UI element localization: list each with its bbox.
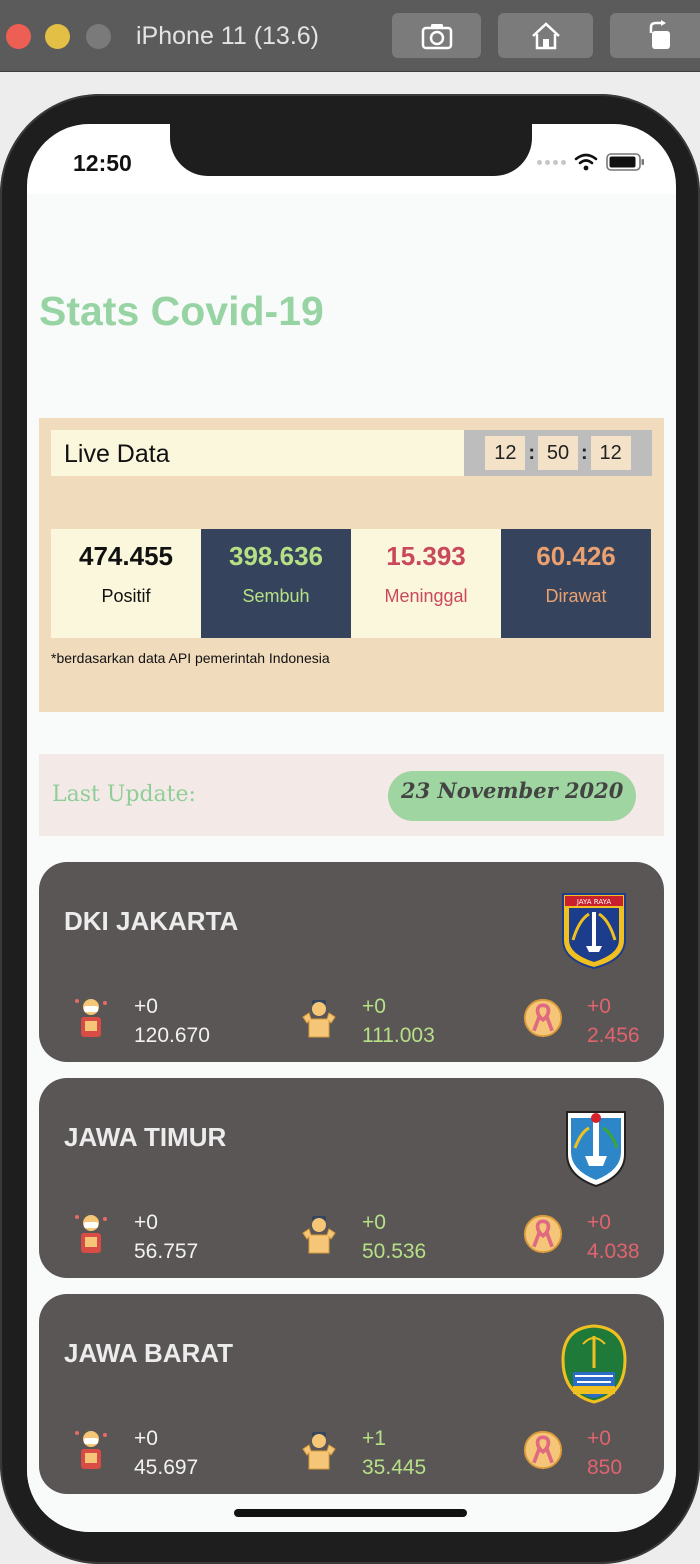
screenshot-button[interactable] — [392, 13, 481, 58]
stat-label: Dirawat — [545, 586, 607, 606]
dki-jakarta-emblem-icon: JAYA RAYA — [562, 893, 626, 970]
meninggal-delta: +0 — [587, 995, 611, 1018]
province-card-jawa-timur[interactable]: JAWA TIMUR +0 56.757 +0 50.536 +0 4.038 — [39, 1078, 664, 1278]
home-button[interactable] — [498, 13, 593, 58]
simulator-toolbar: iPhone 11 (13.6) — [0, 0, 700, 72]
stat-meninggal: 15.393 Meninggal — [351, 529, 501, 638]
province-name: DKI JAKARTA — [64, 906, 239, 936]
live-clock: 12 : 50 : 12 — [464, 430, 652, 476]
camera-icon — [421, 23, 452, 49]
minimize-window-button[interactable] — [45, 24, 70, 49]
stat-value: 60.426 — [536, 541, 616, 571]
rotate-icon — [649, 19, 670, 49]
recovered-person-icon — [302, 1216, 336, 1254]
zoom-window-button[interactable] — [86, 24, 111, 49]
ribbon-icon — [523, 1214, 563, 1254]
sembuh-values: +0 50.536 — [362, 1208, 426, 1266]
app-content: Stats Covid-19 Live Data 12 : 50 : 12 47… — [27, 194, 676, 1532]
stat-dirawat: 60.426 Dirawat — [501, 529, 651, 638]
clock-seconds: 12 — [590, 436, 631, 470]
meninggal-total: 2.456 — [587, 1024, 640, 1047]
live-data-panel: Live Data 12 : 50 : 12 474.455 Positif 3… — [39, 418, 664, 712]
update-date: 23 November 2020 — [401, 778, 624, 803]
signal-icon — [537, 159, 566, 165]
status-icons — [537, 152, 646, 172]
meninggal-delta: +0 — [587, 1427, 611, 1450]
sembuh-delta: +1 — [362, 1427, 386, 1450]
stat-label: Sembuh — [242, 586, 310, 606]
positif-values: +0 45.697 — [134, 1424, 198, 1482]
stat-label: Meninggal — [384, 586, 468, 606]
infected-person-icon — [75, 1431, 107, 1469]
positif-delta: +0 — [134, 1427, 158, 1450]
clock-minutes: 50 — [538, 436, 578, 470]
meninggal-total: 4.038 — [587, 1240, 640, 1263]
positif-total: 120.670 — [134, 1024, 210, 1047]
stat-value: 15.393 — [386, 541, 466, 571]
close-window-button[interactable] — [6, 24, 31, 49]
meninggal-values: +0 4.038 — [587, 1208, 640, 1266]
province-card-dki-jakarta[interactable]: DKI JAKARTA JAYA RAYA +0 120.670 +0 111.… — [39, 862, 664, 1062]
stat-value: 398.636 — [229, 541, 323, 571]
stat-value: 474.455 — [79, 541, 173, 571]
positif-total: 56.757 — [134, 1240, 199, 1263]
positif-values: +0 120.670 — [134, 992, 210, 1050]
recovered-person-icon — [302, 1000, 336, 1038]
positif-delta: +0 — [134, 1211, 158, 1234]
jawa-barat-emblem-icon — [561, 1324, 627, 1404]
ribbon-icon — [523, 1430, 563, 1470]
positif-delta: +0 — [134, 995, 158, 1018]
sembuh-values: +0 111.003 — [362, 992, 435, 1050]
meninggal-values: +0 2.456 — [587, 992, 640, 1050]
province-name: JAWA TIMUR — [64, 1122, 227, 1152]
province-name: JAWA BARAT — [64, 1338, 233, 1368]
last-update-panel: Last Update: 23 November 2020 — [39, 754, 664, 836]
battery-icon — [606, 153, 644, 171]
infected-person-icon — [75, 1215, 107, 1253]
infected-person-icon — [75, 999, 107, 1037]
sembuh-values: +1 35.445 — [362, 1424, 426, 1482]
last-update-label: Last Update: — [52, 782, 196, 807]
clock-hours: 12 — [485, 436, 526, 470]
live-data-label: Live Data — [51, 430, 464, 476]
sembuh-delta: +0 — [362, 995, 386, 1018]
notch — [170, 124, 532, 176]
status-time: 12:50 — [73, 150, 132, 176]
simulator-title: iPhone 11 (13.6) — [136, 22, 319, 50]
wifi-icon — [574, 153, 598, 171]
meninggal-total: 850 — [587, 1456, 623, 1479]
province-card-jawa-barat[interactable]: JAWA BARAT +0 45.697 +1 35.445 +0 850 — [39, 1294, 664, 1494]
positif-total: 45.697 — [134, 1456, 199, 1479]
phone-screen: 12:50 Stats Covid-19 Live Data 12 : 50 :… — [27, 124, 676, 1532]
data-source-note: *berdasarkan data API pemerintah Indones… — [51, 650, 330, 666]
stat-sembuh: 398.636 Sembuh — [201, 529, 351, 638]
recovered-person-icon — [302, 1432, 336, 1470]
ribbon-icon — [523, 998, 563, 1038]
sembuh-total: 111.003 — [362, 1024, 435, 1047]
home-icon — [531, 21, 560, 49]
page-title: Stats Covid-19 — [39, 288, 324, 334]
stat-positif: 474.455 Positif — [51, 529, 201, 638]
sembuh-delta: +0 — [362, 1211, 386, 1234]
svg-text:JAYA RAYA: JAYA RAYA — [576, 898, 611, 906]
rotate-button[interactable] — [610, 13, 700, 58]
sembuh-total: 35.445 — [362, 1456, 427, 1479]
meninggal-delta: +0 — [587, 1211, 611, 1234]
stat-label: Positif — [101, 586, 151, 606]
meninggal-values: +0 850 — [587, 1424, 622, 1482]
home-indicator[interactable] — [234, 1509, 467, 1517]
jawa-timur-emblem-icon — [566, 1111, 626, 1188]
sembuh-total: 50.536 — [362, 1240, 427, 1263]
positif-values: +0 56.757 — [134, 1208, 198, 1266]
